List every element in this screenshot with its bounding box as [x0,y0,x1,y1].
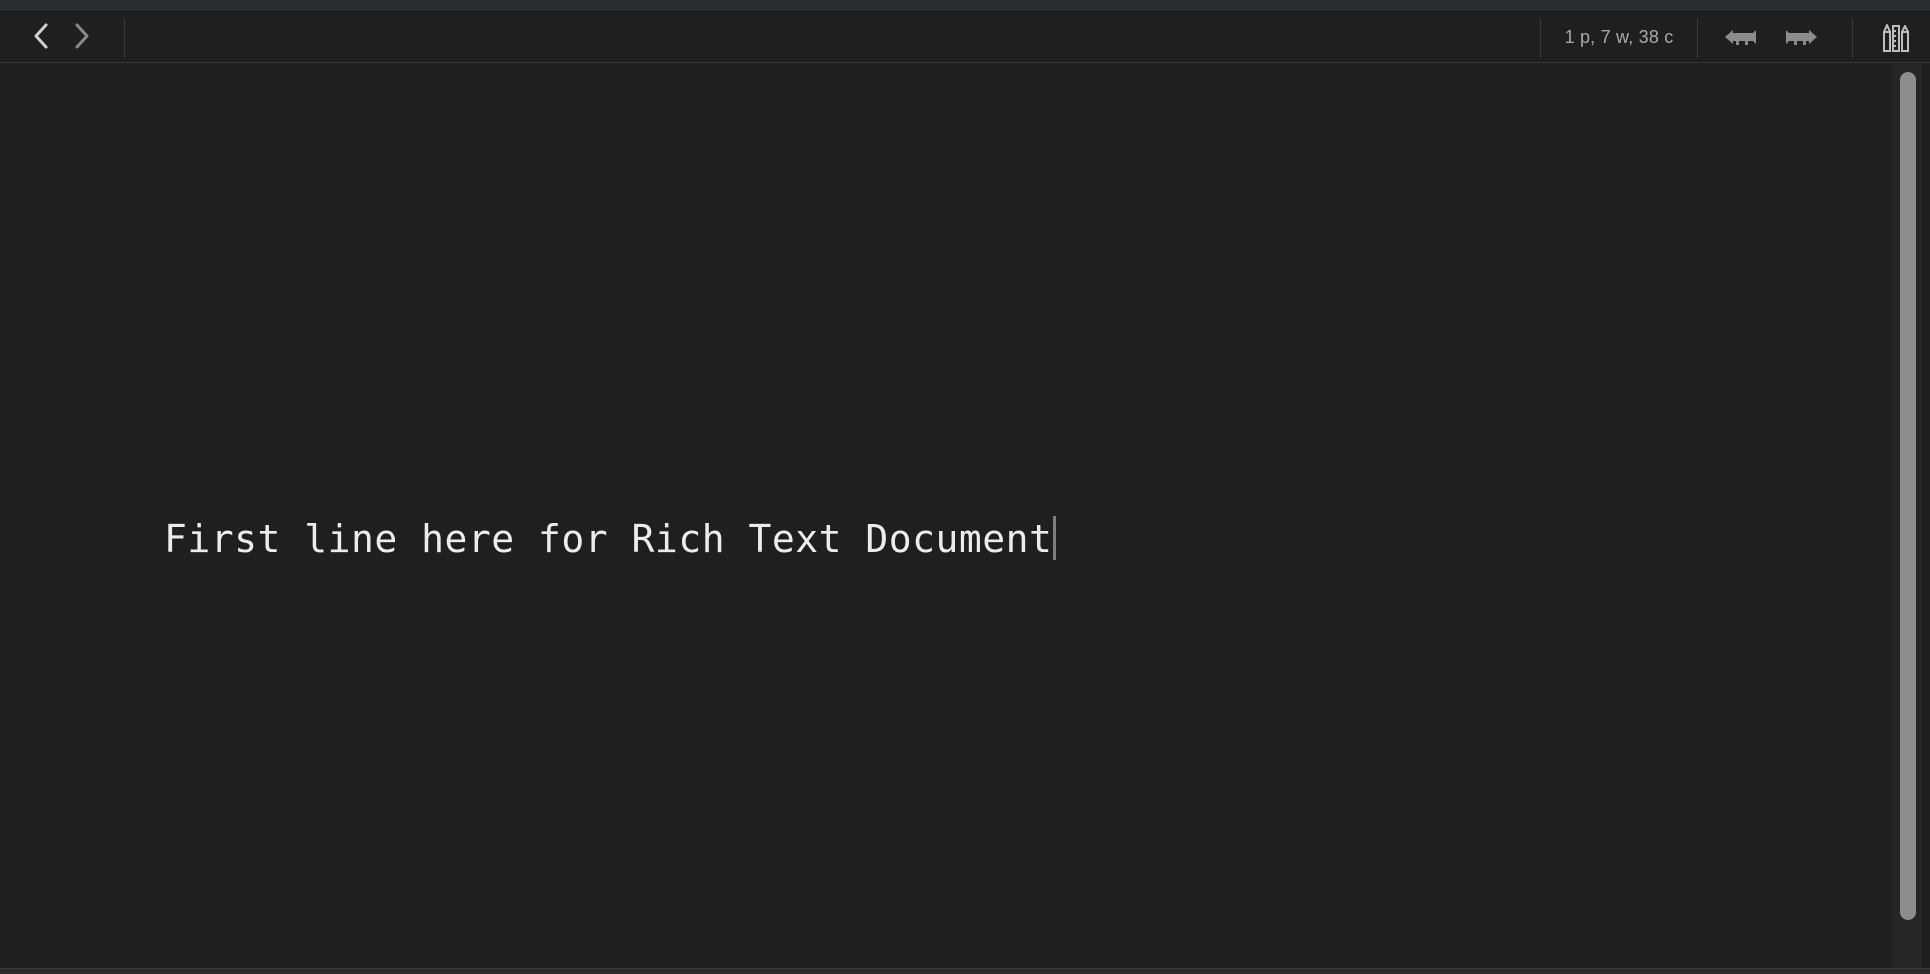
title-strip [0,0,1930,12]
toolbar-divider [124,18,125,58]
scrollbar-thumb[interactable] [1900,72,1916,920]
forward-button[interactable] [67,20,97,52]
jump-previous-button[interactable] [1721,22,1761,52]
document-counts[interactable]: 1 p, 7 w, 38 c [1541,12,1697,63]
chevron-left-icon [34,23,48,49]
tools-button[interactable] [1878,21,1914,55]
arrow-right-icon [1786,30,1817,45]
pencil-ruler-icon [1883,24,1909,52]
editor-window: 1 p, 7 w, 38 c First line here for Rich … [0,0,1930,974]
toolbar-divider [1697,18,1698,58]
arrow-left-icon [1725,30,1756,45]
back-button[interactable] [26,20,56,52]
document-first-line: First line here for Rich Text Document [164,517,1053,561]
document-text-line[interactable]: First line here for Rich Text Document [164,514,1057,564]
toolbar: 1 p, 7 w, 38 c [0,12,1930,63]
jump-next-button[interactable] [1781,22,1821,52]
toolbar-divider [1852,18,1853,58]
text-editor[interactable]: First line here for Rich Text Document [0,64,1890,968]
vertical-scrollbar[interactable] [1892,64,1922,968]
bottom-strip [0,968,1930,974]
chevron-right-icon [75,23,89,49]
text-caret [1053,516,1057,560]
